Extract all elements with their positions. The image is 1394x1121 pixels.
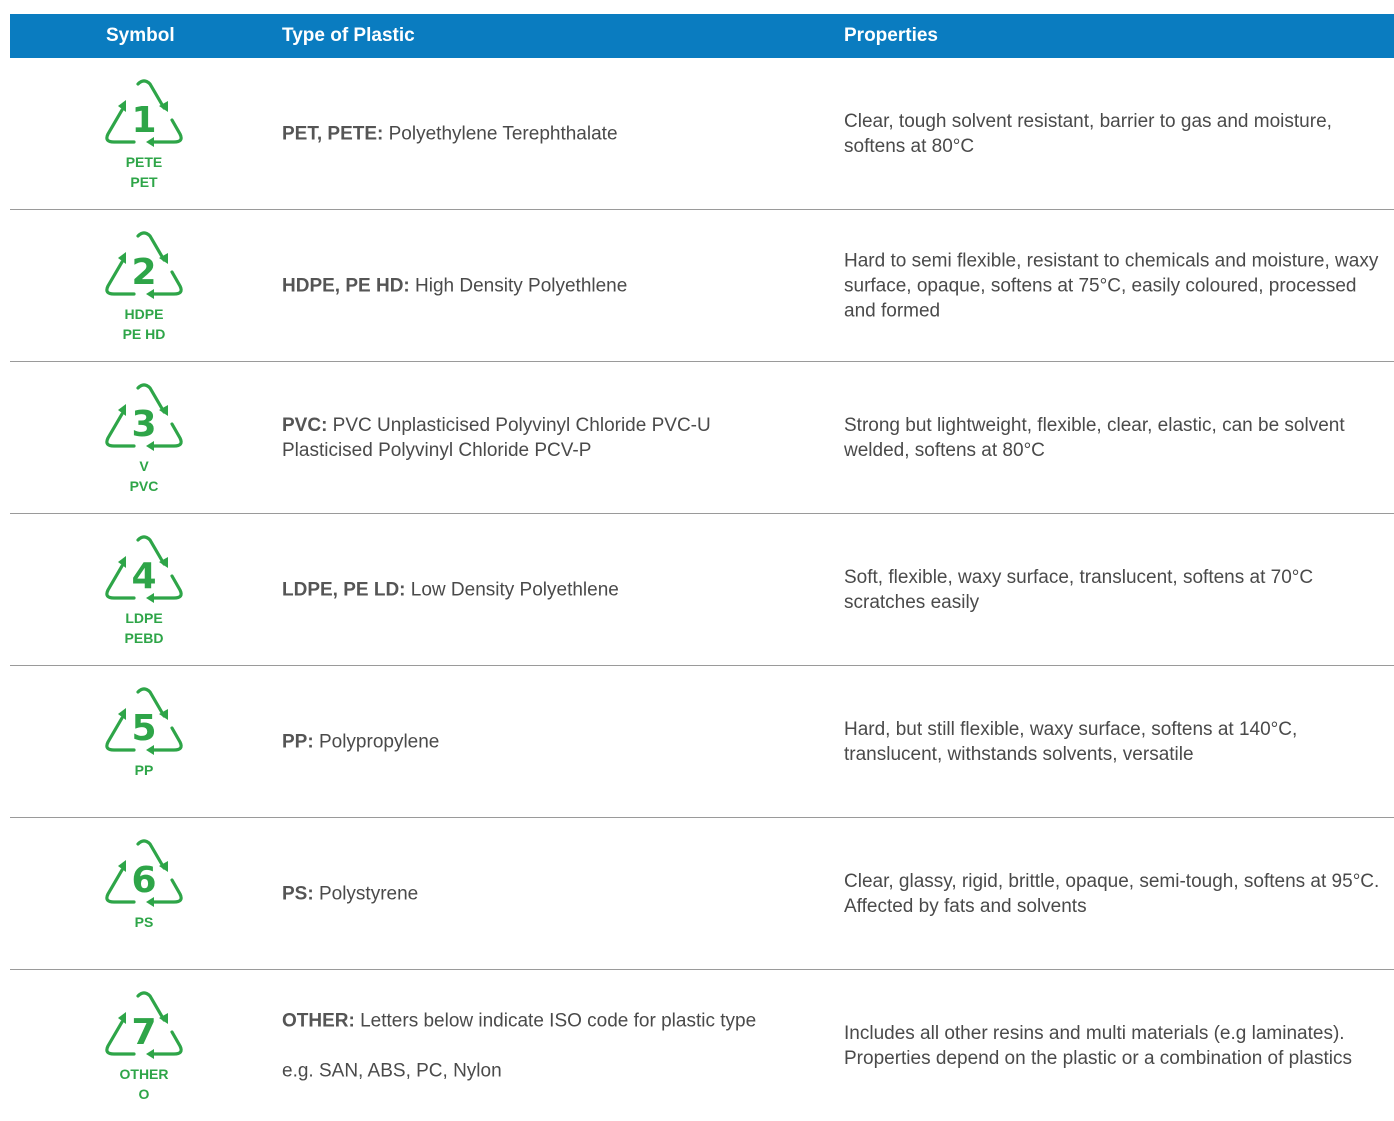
resin-codes: V PVC	[104, 456, 184, 496]
plastic-properties: Strong but lightweight, flexible, clear,…	[844, 414, 1345, 461]
recycling-symbol-icon: 5 PP	[104, 684, 184, 814]
resin-code: OTHER	[119, 1066, 169, 1082]
plastic-type: LDPE, PE LD: Low Density Polyethlene	[282, 577, 782, 602]
resin-number: 4	[131, 556, 156, 597]
recycling-symbol-icon: 3 V PVC	[104, 380, 184, 510]
plastic-type: OTHER: Letters below indicate ISO code f…	[282, 1008, 782, 1083]
plastic-abbrev: PET, PETE:	[282, 123, 384, 144]
resin-number: 2	[131, 252, 156, 293]
plastic-examples: e.g. SAN, ABS, PC, Nylon	[282, 1060, 502, 1081]
resin-code: HDPE	[124, 306, 164, 322]
header-type: Type of Plastic	[282, 25, 415, 46]
plastic-abbrev: OTHER:	[282, 1010, 355, 1031]
recycling-symbol-icon: 1 PETE PET	[104, 76, 184, 206]
arrow-segment	[152, 726, 183, 752]
plastic-properties: Hard, but still flexible, waxy surface, …	[844, 718, 1298, 765]
recycling-symbol-icon: 7 OTHER O	[104, 988, 184, 1118]
table-row: 3 V PVC PVC: PVC Unplasticised Polyvinyl…	[10, 362, 1394, 514]
plastic-name: Letters below indicate ISO code for plas…	[354, 1010, 757, 1031]
header-symbol: Symbol	[106, 25, 175, 46]
plastic-properties: Soft, flexible, waxy surface, translucen…	[844, 566, 1314, 613]
arrow-segment	[105, 1020, 136, 1056]
arrow-segment	[152, 574, 183, 600]
arrow-segment	[152, 422, 183, 448]
plastic-abbrev: PVC:	[282, 414, 328, 436]
plastic-type: PP: Polypropylene	[282, 729, 782, 754]
table-header: Symbol Type of Plastic Properties	[10, 14, 1394, 58]
plastic-name: Low Density Polyethlene	[405, 579, 619, 600]
resin-code: PP	[134, 762, 154, 778]
plastic-properties: Includes all other resins and multi mate…	[844, 1022, 1353, 1069]
recycling-symbol-icon: 4 LDPE PEBD	[104, 532, 184, 662]
resin-code: V	[139, 458, 149, 474]
arrow-segment	[105, 716, 136, 752]
table-row: 7 OTHER O OTHER: Letters below indicate …	[10, 970, 1394, 1121]
plastic-name: Polypropylene	[313, 731, 440, 752]
resin-code: LDPE	[125, 610, 163, 626]
resin-number: 6	[131, 860, 156, 901]
resin-code: O	[138, 1086, 150, 1102]
resin-codes: OTHER O	[104, 1064, 184, 1104]
plastic-type: PVC: PVC Unplasticised Polyvinyl Chlorid…	[282, 413, 782, 463]
plastic-name: High Density Polyethlene	[409, 275, 628, 296]
plastic-abbrev: PP:	[282, 731, 314, 752]
plastic-abbrev: HDPE, PE HD:	[282, 275, 410, 296]
table-row: 6 PS PS: Polystyrene Clear, glassy, rigi…	[10, 818, 1394, 970]
resin-codes: HDPE PE HD	[104, 304, 184, 344]
resin-code: PET	[130, 174, 158, 190]
resin-codes: LDPE PEBD	[104, 608, 184, 648]
plastic-properties: Hard to semi flexible, resistant to chem…	[844, 250, 1379, 321]
resin-number: 3	[131, 404, 156, 445]
arrow-segment	[152, 118, 183, 144]
plastic-type: HDPE, PE HD: High Density Polyethlene	[282, 273, 782, 298]
arrow-segment	[152, 878, 183, 904]
arrow-segment	[105, 260, 136, 296]
plastic-abbrev: PS:	[282, 883, 314, 904]
plastics-table: Symbol Type of Plastic Properties 1 PETE…	[10, 14, 1394, 1121]
arrow-segment	[105, 412, 136, 448]
arrow-segment	[105, 564, 136, 600]
resin-codes: PS	[104, 912, 184, 932]
resin-code: PE HD	[122, 326, 166, 342]
table-row: 2 HDPE PE HD HDPE, PE HD: High Density P…	[10, 210, 1394, 362]
recycling-symbol-icon: 2 HDPE PE HD	[104, 228, 184, 358]
resin-code: PS	[134, 914, 154, 930]
resin-number: 5	[131, 708, 156, 749]
resin-code: PETE	[125, 154, 163, 170]
plastic-name: PVC Unplasticised Polyvinyl Chloride PVC…	[282, 414, 711, 461]
resin-codes: PP	[104, 760, 184, 780]
table-row: 4 LDPE PEBD LDPE, PE LD: Low Density Pol…	[10, 514, 1394, 666]
table-row: 1 PETE PET PET, PETE: Polyethylene Terep…	[10, 58, 1394, 210]
arrow-segment	[152, 270, 183, 296]
plastic-abbrev: LDPE, PE LD:	[282, 579, 406, 600]
resin-code: PEBD	[124, 630, 164, 646]
arrow-segment	[105, 108, 136, 144]
resin-codes: PETE PET	[104, 152, 184, 192]
arrow-segment	[105, 868, 136, 904]
resin-code: PVC	[129, 478, 159, 494]
plastic-name: Polystyrene	[313, 883, 419, 904]
plastic-type: PS: Polystyrene	[282, 881, 782, 906]
plastic-properties: Clear, tough solvent resistant, barrier …	[844, 110, 1332, 157]
table-row: 5 PP PP: Polypropylene Hard, but still f…	[10, 666, 1394, 818]
plastic-name: Polyethylene Terephthalate	[383, 123, 618, 144]
arrow-segment	[152, 1030, 183, 1056]
plastic-properties: Clear, glassy, rigid, brittle, opaque, s…	[844, 870, 1380, 917]
recycling-symbol-icon: 6 PS	[104, 836, 184, 966]
header-properties: Properties	[844, 25, 938, 46]
resin-number: 7	[131, 1012, 156, 1053]
plastic-type: PET, PETE: Polyethylene Terephthalate	[282, 121, 782, 146]
resin-number: 1	[131, 100, 156, 141]
